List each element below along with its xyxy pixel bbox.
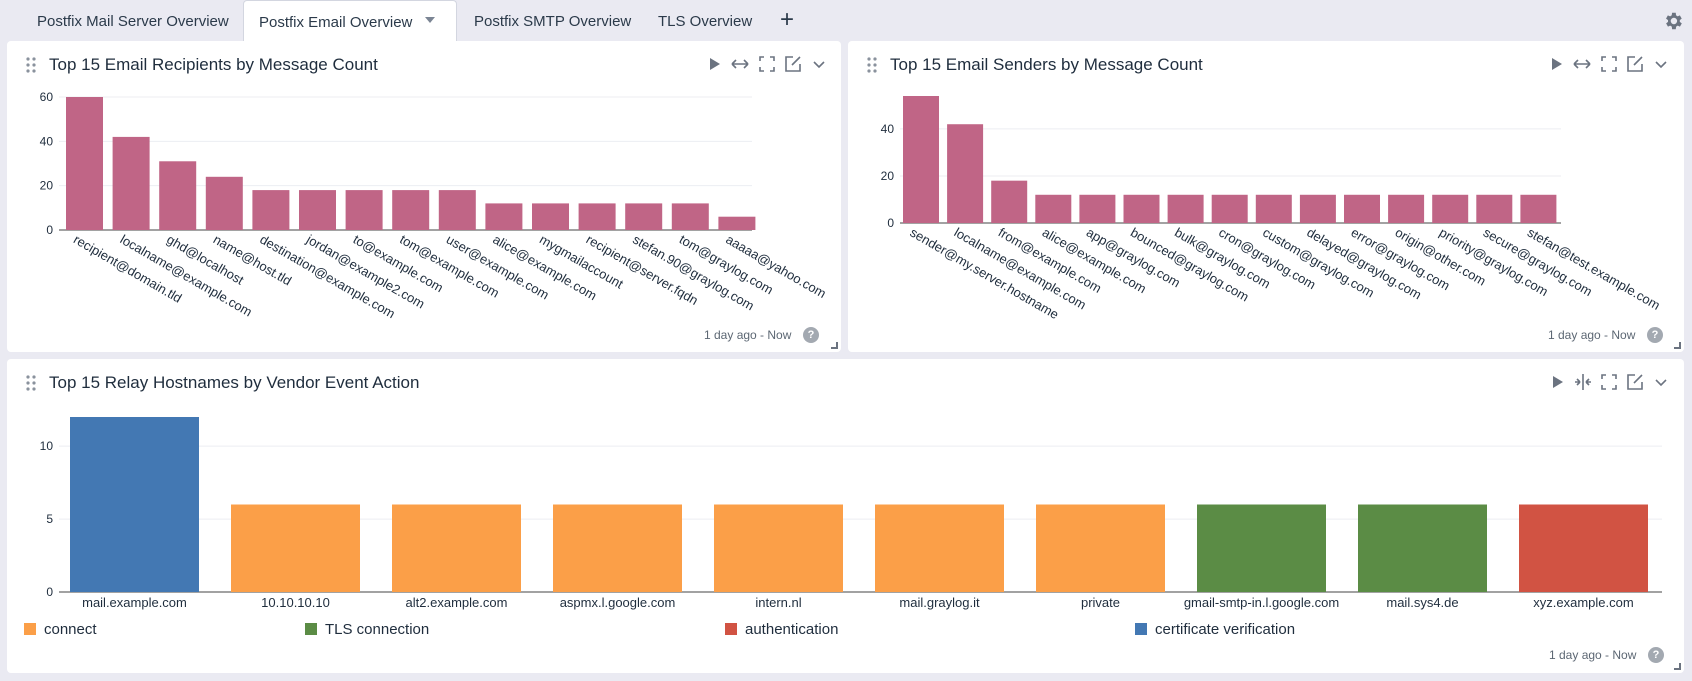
x-tick-label: mail.graylog.it — [899, 595, 980, 610]
tab-tls-overview[interactable]: TLS Overview — [658, 0, 752, 41]
bar — [66, 97, 103, 230]
bar — [205, 176, 243, 230]
bar — [578, 203, 616, 230]
legend-label: certificate verification — [1155, 621, 1296, 638]
help-icon[interactable]: ? — [803, 327, 819, 343]
widget-relay-hostnames: Top 15 Relay Hostnames by Vendor Event A… — [7, 359, 1684, 673]
legend-swatch — [1135, 623, 1147, 635]
bar — [991, 180, 1028, 223]
bar — [875, 504, 1004, 592]
bar — [252, 190, 290, 230]
resize-handle[interactable] — [831, 342, 838, 349]
bar — [159, 161, 197, 230]
bar — [299, 190, 336, 230]
y-tick-label: 40 — [881, 122, 895, 136]
y-tick-label: 60 — [40, 90, 54, 104]
legend-item-connect[interactable]: connect — [24, 621, 97, 638]
bar — [947, 124, 984, 223]
x-tick-label: private — [1081, 595, 1120, 610]
resize-handle[interactable] — [1674, 663, 1681, 670]
bar — [485, 203, 523, 230]
chart-legend: connect TLS connection authentication ce… — [24, 621, 1664, 643]
bar — [1036, 504, 1165, 592]
legend-swatch — [24, 623, 36, 635]
tab-postfix-mail-server-overview[interactable]: Postfix Mail Server Overview — [37, 0, 229, 41]
recipients-bar-chart: 0204060recipient@domain.tldlocalname@exa… — [40, 90, 829, 321]
y-tick-label: 20 — [40, 179, 54, 193]
bar — [625, 203, 663, 230]
bar — [1197, 504, 1326, 592]
y-tick-label: 0 — [46, 223, 53, 237]
help-icon[interactable]: ? — [1647, 327, 1663, 343]
x-tick-label: name@host.tld — [211, 232, 294, 289]
bar — [671, 203, 709, 230]
bar — [392, 190, 430, 230]
dashboard-tab-bar: Postfix Mail Server Overview Postfix Ema… — [0, 0, 1692, 42]
bar — [1358, 504, 1487, 592]
resize-handle[interactable] — [1674, 342, 1681, 349]
tab-postfix-smtp-overview[interactable]: Postfix SMTP Overview — [474, 0, 631, 41]
bar — [1299, 194, 1336, 223]
x-tick-label: mail.example.com — [82, 595, 187, 610]
x-tick-label: mail.sys4.de — [1386, 595, 1458, 610]
x-tick-label: gmail-smtp-in.l.google.com — [1184, 595, 1339, 610]
help-icon[interactable]: ? — [1648, 647, 1664, 663]
bar — [1520, 194, 1557, 223]
legend-label: TLS connection — [325, 621, 430, 638]
legend-swatch — [305, 623, 317, 635]
bar — [714, 504, 843, 592]
x-tick-label: 10.10.10.10 — [261, 595, 330, 610]
bar — [1211, 194, 1248, 223]
gear-icon[interactable] — [1662, 10, 1684, 32]
bar — [1476, 194, 1513, 223]
bar — [438, 190, 476, 230]
widget-top-senders: Top 15 Email Senders by Message Count 02… — [848, 41, 1684, 352]
add-tab-button[interactable]: + — [780, 8, 794, 32]
tab-label: Postfix Email Overview — [259, 14, 413, 31]
time-range-label: 1 day ago - Now — [1549, 648, 1637, 662]
chevron-down-icon[interactable] — [425, 17, 435, 23]
bar — [231, 504, 360, 592]
bar — [553, 504, 682, 592]
bar — [1167, 194, 1204, 223]
bar — [1388, 194, 1425, 223]
y-tick-label: 20 — [881, 169, 895, 183]
x-tick-label: xyz.example.com — [1533, 595, 1633, 610]
legend-label: connect — [44, 621, 97, 638]
bar — [718, 216, 756, 230]
widget-top-recipients: Top 15 Email Recipients by Message Count… — [7, 41, 841, 352]
tab-postfix-email-overview[interactable]: Postfix Email Overview — [243, 0, 457, 42]
senders-bar-chart: 02040sender@my.server.hostnamelocalname@… — [881, 96, 1663, 322]
x-tick-label: intern.nl — [755, 595, 801, 610]
bar — [1519, 504, 1648, 592]
y-tick-label: 10 — [40, 439, 54, 453]
y-tick-label: 0 — [46, 585, 53, 599]
legend-item-authentication[interactable]: authentication — [725, 621, 838, 638]
legend-swatch — [725, 623, 737, 635]
legend-label: authentication — [745, 621, 839, 638]
bar — [1344, 194, 1380, 223]
bar — [903, 96, 939, 223]
bar — [1035, 194, 1072, 223]
bar — [1123, 194, 1160, 223]
time-range-label: 1 day ago - Now — [1548, 328, 1636, 342]
bar — [392, 504, 521, 592]
y-tick-label: 40 — [40, 134, 54, 148]
y-tick-label: 0 — [887, 216, 894, 230]
bar — [70, 417, 199, 592]
x-tick-label: alt2.example.com — [406, 595, 508, 610]
y-tick-label: 5 — [46, 512, 53, 526]
bar — [345, 190, 383, 230]
bar — [532, 203, 569, 230]
bar — [1079, 194, 1116, 223]
bar — [1255, 194, 1292, 223]
bar — [112, 136, 150, 230]
bar — [1432, 194, 1469, 223]
x-tick-label: aspmx.l.google.com — [560, 595, 676, 610]
legend-item-certificate-verification[interactable]: certificate verification — [1135, 621, 1295, 638]
time-range-label: 1 day ago - Now — [704, 328, 792, 342]
legend-item-tls-connection[interactable]: TLS connection — [305, 621, 429, 638]
